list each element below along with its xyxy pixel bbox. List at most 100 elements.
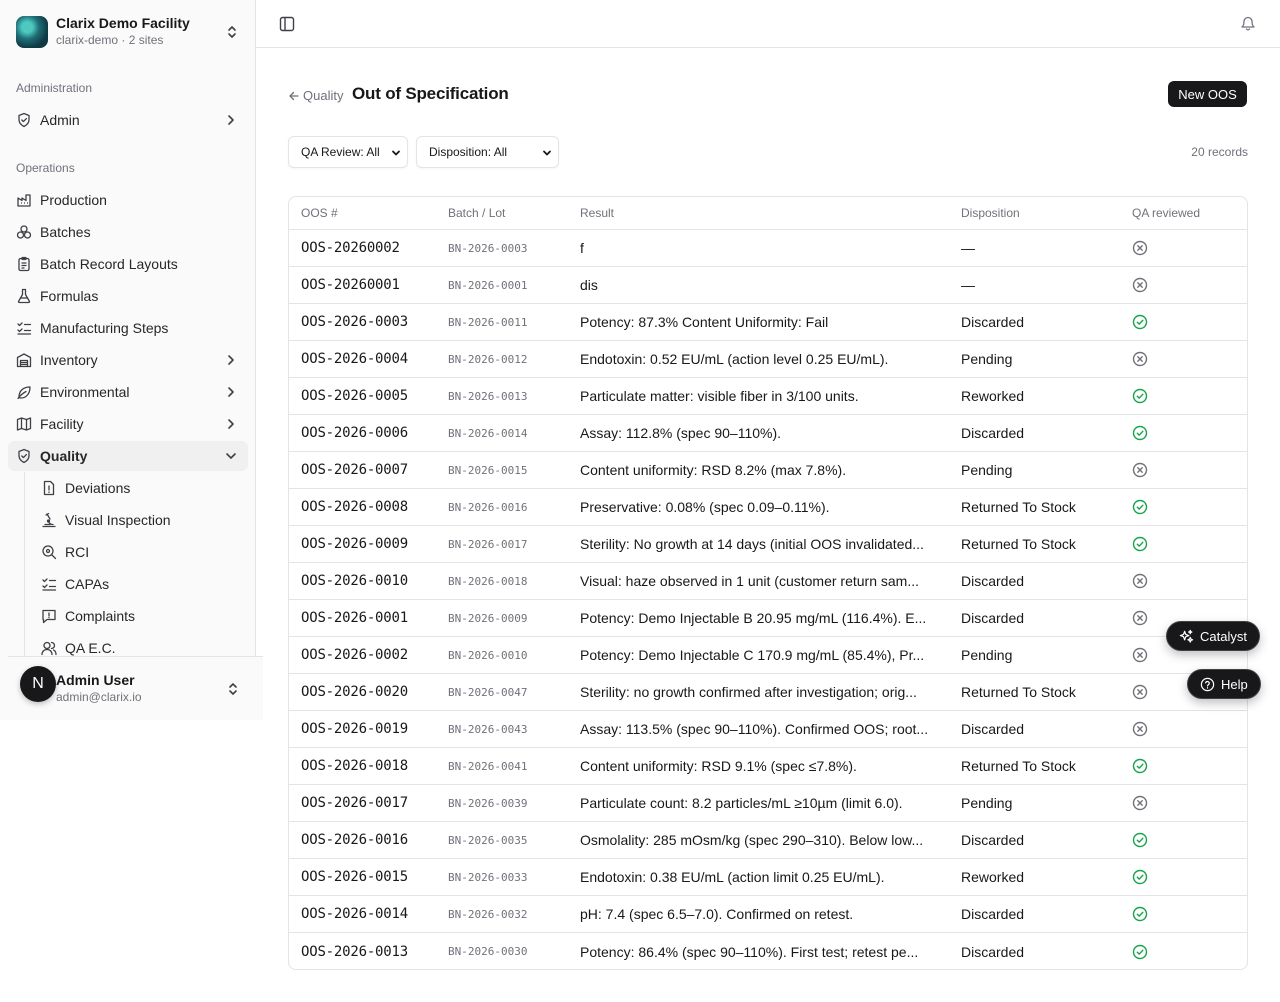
qa-reviewed-status (1132, 795, 1247, 811)
table-row[interactable]: OOS-2026-0017 BN-2026-0039 Particulate cou… (289, 785, 1247, 822)
oos-number: OOS-2026-0016 (301, 832, 408, 848)
batch-lot: BN-2026-0041 (448, 759, 528, 773)
sidebar-item-batch-record-layouts[interactable]: Batch Record Layouts (8, 249, 248, 279)
oos-number: OOS-2026-0007 (301, 462, 408, 478)
sidebar-subitem-complaints[interactable]: Complaints (33, 601, 241, 631)
shield-check-icon (18, 448, 30, 464)
table-body: OOS-20260002 BN-2026-0003 f — OOS-20260001 BN… (289, 230, 1247, 969)
oos-number: OOS-2026-0015 (301, 869, 408, 885)
table-row[interactable]: OOS-2026-0016 BN-2026-0035 Osmolality: 285… (289, 822, 1247, 859)
sidebar-item-label: Batch Record Layouts (40, 256, 178, 272)
column-header-batch[interactable]: Batch / Lot (448, 206, 580, 220)
column-header-oos[interactable]: OOS # (289, 206, 448, 220)
table-row[interactable]: OOS-2026-0013 BN-2026-0030 Potency: 86.4% … (289, 933, 1247, 969)
sidebar-subitem-capas[interactable]: CAPAs (33, 569, 241, 599)
catalyst-button[interactable]: Catalyst (1166, 621, 1260, 651)
sidebar-subitem-label: Visual Inspection (65, 512, 171, 528)
result-text: Potency: Demo Injectable B 20.95 mg/mL (… (580, 610, 927, 626)
table-row[interactable]: OOS-20260002 BN-2026-0003 f — (289, 230, 1247, 267)
table-row[interactable]: OOS-2026-0009 BN-2026-0017 Sterility: No g… (289, 526, 1247, 563)
bell-icon[interactable] (1240, 15, 1256, 31)
table-row[interactable]: OOS-2026-0003 BN-2026-0011 Potency: 87.3% … (289, 304, 1247, 341)
column-header-disposition[interactable]: Disposition (961, 206, 1132, 220)
disposition: Discarded (961, 610, 1025, 626)
qa-reviewed-status (1132, 944, 1247, 960)
table-row[interactable]: OOS-2026-0018 BN-2026-0041 Content uniform… (289, 748, 1247, 785)
result-text: Particulate count: 8.2 particles/mL ≥10µ… (580, 795, 903, 811)
batch-lot: BN-2026-0017 (448, 537, 528, 551)
sidebar-item-production[interactable]: Production (8, 185, 248, 215)
table-row[interactable]: OOS-2026-0002 BN-2026-0010 Potency: Demo I… (289, 637, 1247, 674)
column-header-qa-reviewed[interactable]: QA reviewed (1132, 206, 1247, 220)
list-checks-icon (17, 322, 32, 335)
result-text: Sterility: no growth confirmed after inv… (580, 684, 917, 700)
disposition: Reworked (961, 388, 1025, 404)
sidebar-item-quality[interactable]: Quality (8, 441, 248, 471)
sidebar-subitem-qa-ec[interactable]: QA E.C. (33, 633, 241, 656)
sidebar-subitem-label: Deviations (65, 480, 131, 496)
result-text: Particulate matter: visible fiber in 3/1… (580, 388, 859, 404)
table-row[interactable]: OOS-2026-0014 BN-2026-0032 pH: 7.4 (spec 6… (289, 896, 1247, 933)
sidebar-item-batches[interactable]: Batches (8, 217, 248, 247)
sidebar-item-admin[interactable]: Admin (8, 105, 248, 135)
table-row[interactable]: OOS-2026-0010 BN-2026-0018 Visual: haze ob… (289, 563, 1247, 600)
user-menu[interactable]: N Admin User admin@clarix.io (8, 656, 263, 720)
result-text: Potency: 87.3% Content Uniformity: Fail (580, 314, 829, 330)
back-link-quality[interactable]: Quality (288, 88, 343, 103)
table-row[interactable]: OOS-2026-0001 BN-2026-0009 Potency: Demo I… (289, 600, 1247, 637)
oos-number: OOS-2026-0018 (301, 758, 408, 774)
batch-lot: BN-2026-0047 (448, 685, 528, 699)
table-row[interactable]: OOS-2026-0006 BN-2026-0014 Assay: 112.8% (… (289, 415, 1247, 452)
disposition-filter[interactable]: Disposition: All (416, 136, 559, 168)
disposition-filter-value: Disposition: All (429, 145, 508, 159)
result-text: Preservative: 0.08% (spec 0.09–0.11%). (580, 499, 830, 515)
result-text: Sterility: No growth at 14 days (initial… (580, 536, 924, 552)
result-text: Visual: haze observed in 1 unit (custome… (580, 573, 920, 589)
disposition: Returned To Stock (961, 758, 1076, 774)
sidebar-item-formulas[interactable]: Formulas (8, 281, 248, 311)
column-header-result[interactable]: Result (580, 206, 961, 220)
table-row[interactable]: OOS-2026-0020 BN-2026-0047 Sterility: no g… (289, 674, 1247, 711)
oos-table: OOS # Batch / Lot Result Disposition QA … (288, 196, 1248, 970)
group-label-administration: Administration (16, 81, 93, 95)
disposition: Pending (961, 795, 1013, 811)
qa-reviewed-status (1132, 351, 1247, 367)
sidebar-subitem-label: RCI (65, 544, 90, 560)
qa-review-filter[interactable]: QA Review: All (288, 136, 408, 168)
sidebar-item-facility[interactable]: Facility (8, 409, 248, 439)
sidebar-subitem-rci[interactable]: RCI (33, 537, 241, 567)
table-row[interactable]: OOS-2026-0007 BN-2026-0015 Content uniform… (289, 452, 1247, 489)
sidebar-subitem-visual-inspection[interactable]: Visual Inspection (33, 505, 241, 535)
help-button[interactable]: Help (1187, 669, 1261, 699)
table-row[interactable]: OOS-2026-0005 BN-2026-0013 Particulate mat… (289, 378, 1247, 415)
sidebar-subitem-label: Complaints (65, 608, 136, 624)
new-oos-button[interactable]: New OOS (1168, 81, 1247, 107)
qa-reviewed-status (1132, 388, 1247, 404)
table-row[interactable]: OOS-2026-0004 BN-2026-0012 Endotoxin: 0.52… (289, 341, 1247, 378)
table-row[interactable]: OOS-2026-0019 BN-2026-0043 Assay: 113.5% (… (289, 711, 1247, 748)
batch-lot: BN-2026-0001 (448, 278, 528, 292)
org-switcher[interactable]: Clarix Demo Facility clarix-demo · 2 sit… (8, 8, 248, 56)
sidebar-item-environmental[interactable]: Environmental (8, 377, 248, 407)
batch-lot: BN-2026-0010 (448, 648, 528, 662)
sidebar-item-inventory[interactable]: Inventory (8, 345, 248, 375)
org-subtitle: clarix-demo · 2 sites (56, 33, 164, 47)
table-row[interactable]: OOS-2026-0015 BN-2026-0033 Endotoxin: 0.38… (289, 859, 1247, 896)
sidebar-item-manufacturing-steps[interactable]: Manufacturing Steps (8, 313, 248, 343)
result-text: Endotoxin: 0.52 EU/mL (action level 0.25… (580, 351, 889, 367)
batch-lot: BN-2026-0043 (448, 722, 528, 736)
oos-number: OOS-2026-0003 (301, 314, 408, 330)
sidebar-item-label: Batches (40, 224, 91, 240)
boxes-icon (16, 225, 32, 239)
disposition: Pending (961, 647, 1013, 663)
check-circle-icon (1132, 869, 1148, 885)
x-circle-icon (1132, 795, 1148, 811)
result-text: Content uniformity: RSD 9.1% (spec ≤7.8%… (580, 758, 857, 774)
table-row[interactable]: OOS-2026-0008 BN-2026-0016 Preservative: 0… (289, 489, 1247, 526)
batch-lot: BN-2026-0035 (448, 833, 528, 847)
chevron-right-icon (228, 355, 234, 365)
sidebar-subitem-deviations[interactable]: Deviations (33, 473, 241, 503)
user-name: Admin User (56, 672, 135, 688)
table-row[interactable]: OOS-20260001 BN-2026-0001 dis — (289, 267, 1247, 304)
sidebar-toggle-icon[interactable] (278, 15, 296, 33)
